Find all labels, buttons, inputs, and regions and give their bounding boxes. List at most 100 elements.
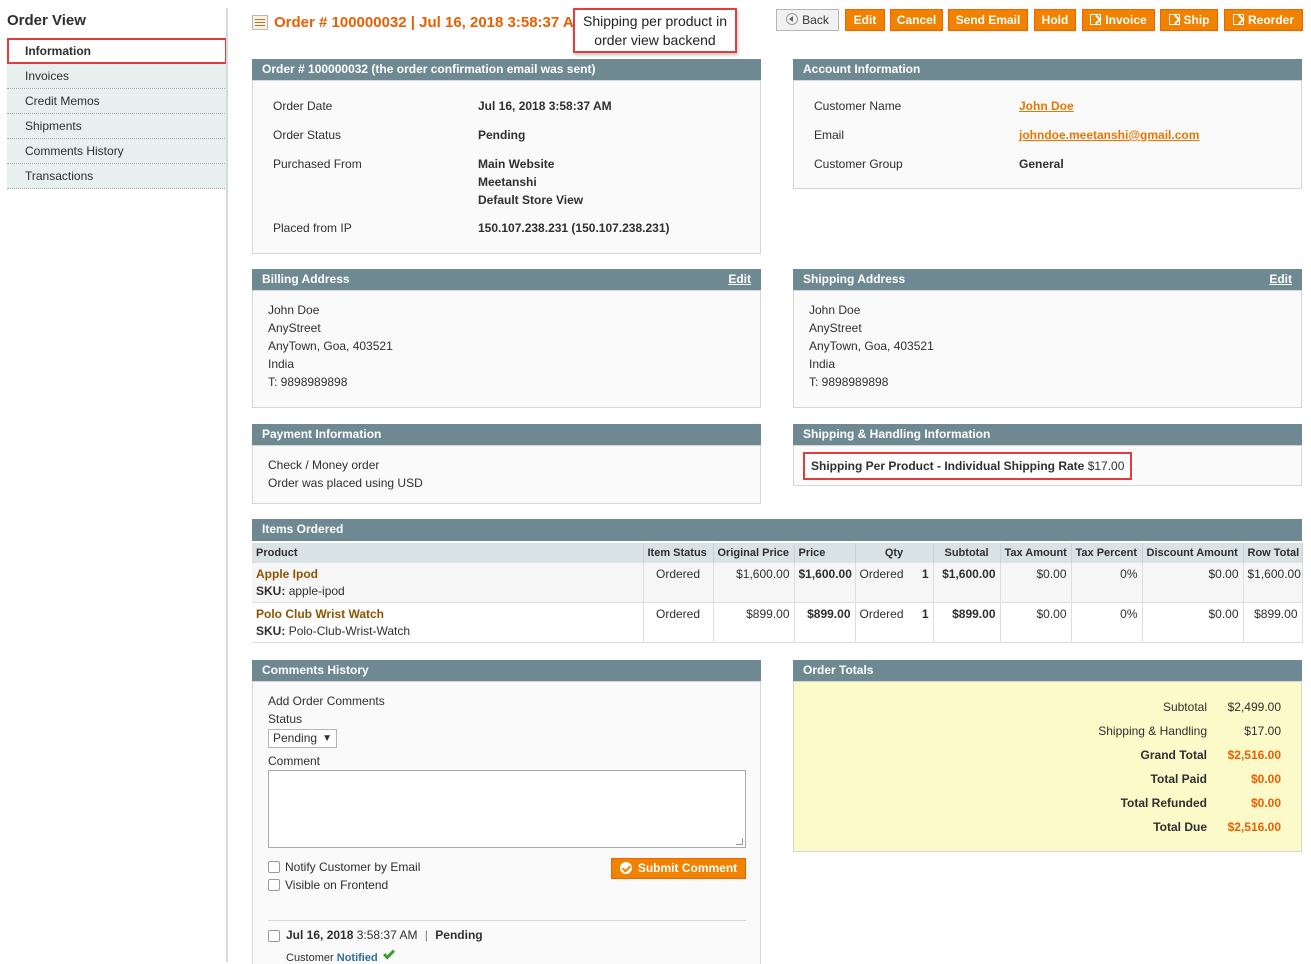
invoice-button[interactable]: Invoice xyxy=(1082,9,1155,31)
shipping-method-amount: $17.00 xyxy=(1087,459,1125,473)
billing-street: AnyStreet xyxy=(268,321,321,335)
placed-ip-value: 150.107.238.231 (150.107.238.231) xyxy=(478,221,670,235)
shipping-address-title: Shipping Address xyxy=(803,272,906,286)
product-cell: Apple Ipod SKU: apple-ipod xyxy=(252,563,644,603)
order-totals-box: Order Totals Subtotal $2,499.00 Shipping… xyxy=(793,660,1302,852)
shipping-address-heading: Shipping Address Edit xyxy=(793,269,1302,291)
shipping-name: John Doe xyxy=(809,303,861,317)
history-entry-checkbox[interactable] xyxy=(268,930,280,942)
discount-cell: $0.00 xyxy=(1142,602,1244,643)
customer-group-value: General xyxy=(1019,157,1064,171)
comments-history-box: Comments History Add Order Comments Stat… xyxy=(252,660,761,964)
product-sku: SKU: Polo-Club-Wrist-Watch xyxy=(256,624,639,638)
payment-info-body: Check / Money order Order was placed usi… xyxy=(252,446,761,504)
shipping-handling-body: Shipping Per Product - Individual Shippi… xyxy=(793,446,1302,486)
sidebar-item-transactions[interactable]: Transactions xyxy=(7,164,227,189)
sidebar-item-information[interactable]: Information xyxy=(7,38,227,64)
placed-ip-label: Placed from IP xyxy=(273,221,352,235)
submit-comment-button[interactable]: Submit Comment xyxy=(611,858,746,879)
order-totals-heading: Order Totals xyxy=(793,660,1302,682)
checkmark-icon xyxy=(382,947,395,960)
row-total-cell: $899.00 xyxy=(1243,602,1303,643)
total-paid-value: $0.00 xyxy=(1250,772,1281,786)
sidebar-item-invoices[interactable]: Invoices xyxy=(7,64,227,89)
col-item-status: Item Status xyxy=(643,543,714,563)
grand-total-value: $2,516.00 xyxy=(1227,748,1281,762)
payment-info-box: Payment Information Check / Money order … xyxy=(252,424,761,504)
total-due-value: $2,516.00 xyxy=(1227,820,1281,834)
subtotal-value: $2,499.00 xyxy=(1227,700,1281,714)
payment-info-heading: Payment Information xyxy=(252,424,761,446)
billing-address-box: Billing Address Edit John Doe AnyStreet … xyxy=(252,269,761,408)
qty-label: Ordered xyxy=(859,607,904,621)
history-entry: Jul 16, 2018 3:58:37 AM | Pending xyxy=(286,928,483,942)
purchased-from-website: Main Website xyxy=(478,157,555,171)
billing-city: AnyTown, Goa, 403521 xyxy=(268,339,393,353)
annotation-callout: Shipping per product in order view backe… xyxy=(573,8,737,53)
billing-address-title: Billing Address xyxy=(262,272,350,286)
invoice-button-label: Invoice xyxy=(1105,12,1147,27)
shipping-method-name: Shipping Per Product - Individual Shippi… xyxy=(811,459,1085,473)
history-notified-label: Notified xyxy=(336,952,378,964)
edit-button[interactable]: Edit xyxy=(845,9,885,31)
back-button[interactable]: Back xyxy=(776,9,839,31)
sidebar-item-credit-memos[interactable]: Credit Memos xyxy=(7,89,227,114)
shipping-address-box: Shipping Address Edit John Doe AnyStreet… xyxy=(793,269,1302,408)
comments-history-body: Add Order Comments Status Pending ▼ Comm… xyxy=(252,682,761,964)
shipping-edit-link[interactable]: Edit xyxy=(1269,269,1292,290)
col-product: Product xyxy=(252,543,644,563)
history-customer-label: Customer xyxy=(286,952,334,964)
reorder-button[interactable]: Reorder xyxy=(1224,9,1303,31)
total-due-label: Total Due xyxy=(1153,820,1207,834)
original-price-cell: $1,600.00 xyxy=(713,563,795,603)
col-tax-percent: Tax Percent xyxy=(1071,543,1143,563)
qty-cell: Ordered 1 xyxy=(855,602,934,643)
billing-address-body: John Doe AnyStreet AnyTown, Goa, 403521 … xyxy=(252,291,761,408)
col-tax-amount: Tax Amount xyxy=(1000,543,1072,563)
customer-name-link[interactable]: John Doe xyxy=(1019,97,1074,115)
visible-frontend-checkbox[interactable] xyxy=(268,879,280,891)
tax-amount-cell: $0.00 xyxy=(1000,602,1072,643)
sidebar-item-shipments[interactable]: Shipments xyxy=(7,114,227,139)
order-info-heading: Order # 100000032 (the order confirmatio… xyxy=(252,59,761,81)
back-arrow-icon xyxy=(786,13,799,26)
account-info-box: Account Information Customer Name John D… xyxy=(793,59,1302,189)
sidebar-divider xyxy=(226,8,228,962)
items-ordered-box: Items Ordered xyxy=(252,519,1302,541)
sidebar-tabs: Information Invoices Credit Memos Shipme… xyxy=(7,38,227,189)
hold-button[interactable]: Hold xyxy=(1034,9,1076,31)
subtotal-cell: $1,600.00 xyxy=(933,563,1001,603)
order-status-label: Order Status xyxy=(273,128,342,142)
history-date: Jul 16, 2018 xyxy=(286,928,354,942)
page-title: Order # 100000032 | Jul 16, 2018 3:58:37… xyxy=(274,14,587,31)
tax-percent-cell: 0% xyxy=(1071,563,1143,603)
purchased-from-value: Main Website Meetanshi Default Store Vie… xyxy=(478,155,583,209)
qty-value: 1 xyxy=(921,607,929,621)
comment-textarea[interactable] xyxy=(268,770,746,848)
shipping-city: AnyTown, Goa, 403521 xyxy=(809,339,934,353)
status-select[interactable]: Pending ▼ xyxy=(268,729,337,748)
reorder-icon xyxy=(1232,13,1244,25)
billing-edit-link[interactable]: Edit xyxy=(728,269,751,290)
cancel-button[interactable]: Cancel xyxy=(890,9,943,31)
billing-phone: T: 9898989898 xyxy=(268,375,348,389)
product-sku: SKU: apple-ipod xyxy=(256,584,639,598)
customer-email-link[interactable]: johndoe.meetanshi@gmail.com xyxy=(1019,126,1199,144)
payment-info-lines: Check / Money order Order was placed usi… xyxy=(268,456,423,492)
comment-label: Comment xyxy=(268,754,321,768)
sku-label: SKU: xyxy=(256,624,286,638)
ship-button[interactable]: Ship xyxy=(1160,9,1218,31)
sidebar-item-comments-history[interactable]: Comments History xyxy=(7,139,227,164)
col-price: Price xyxy=(794,543,856,563)
shipping-handling-value: $17.00 xyxy=(1244,724,1281,738)
visible-frontend-label: Visible on Frontend xyxy=(285,878,389,892)
shipping-country: India xyxy=(809,357,836,371)
order-totals-body: Subtotal $2,499.00 Shipping & Handling $… xyxy=(793,682,1302,852)
account-info-heading: Account Information xyxy=(793,59,1302,81)
col-discount-amount: Discount Amount xyxy=(1142,543,1244,563)
send-email-button[interactable]: Send Email xyxy=(948,9,1028,31)
caret-down-icon: ▼ xyxy=(322,733,332,744)
shipping-handling-heading: Shipping & Handling Information xyxy=(793,424,1302,446)
history-time: 3:58:37 AM xyxy=(356,928,418,942)
notify-customer-checkbox[interactable] xyxy=(268,861,280,873)
